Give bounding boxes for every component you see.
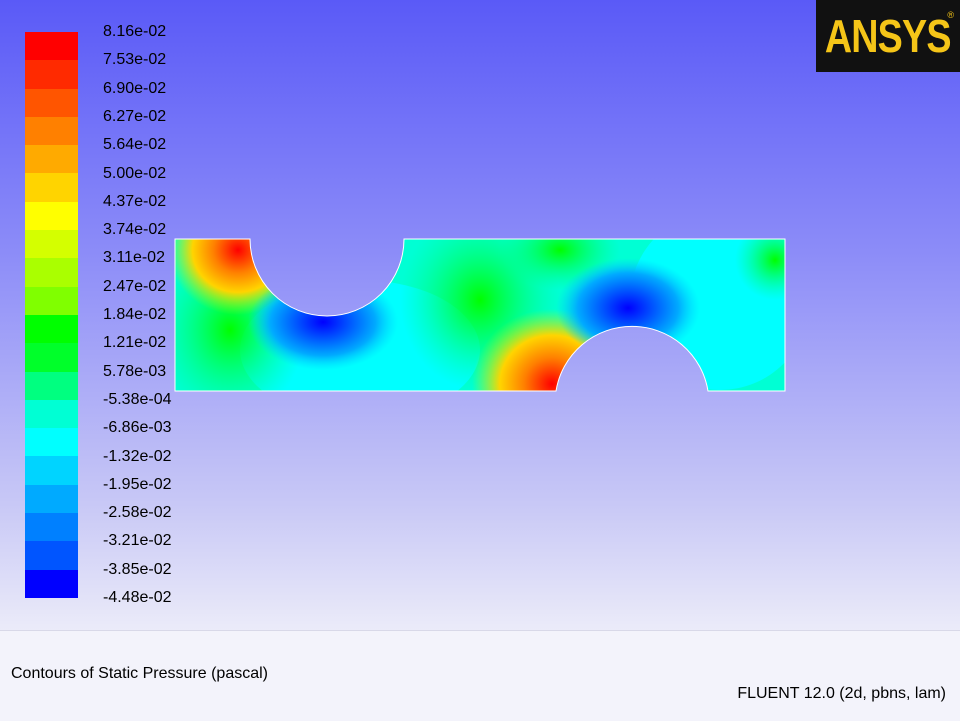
ansys-logo: ANSYS ® [816,0,960,72]
title-footer: Contours of Static Pressure (pascal) FLU… [0,630,960,721]
pressure-contour-plot [174,238,786,392]
solver-version: FLUENT 12.0 (2d, pbns, lam) [737,685,946,702]
graphics-viewport[interactable]: 8.16e-02 7.53e-02 6.90e-02 6.27e-02 5.64e-02… [0,0,960,630]
contour-field [175,239,785,391]
plot-caption: Contours of Static Pressure (pascal) [11,665,268,682]
